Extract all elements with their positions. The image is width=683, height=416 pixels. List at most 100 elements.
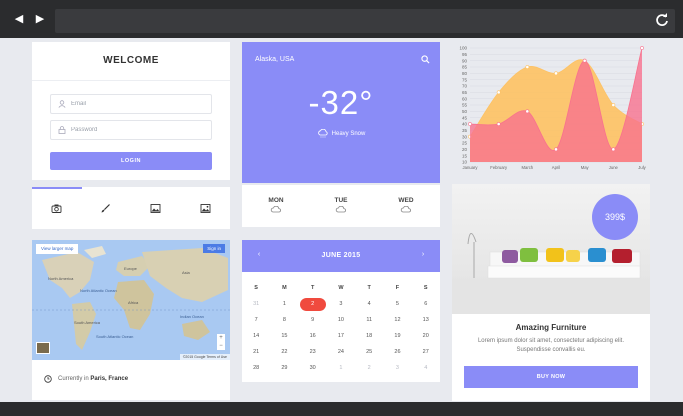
address-bar[interactable] xyxy=(55,9,675,33)
map-card: View larger map Sign in + − ©2015 Google … xyxy=(32,240,230,400)
back-arrow-icon[interactable]: ◀ xyxy=(12,12,26,26)
y-tick-label: 65 xyxy=(462,90,468,95)
login-button[interactable]: LOGIN xyxy=(50,152,212,170)
product-card: 399$ Amazing Furniture Lorem ipsum dolor… xyxy=(452,184,650,401)
y-tick-label: 55 xyxy=(462,103,468,108)
calendar-day[interactable]: 13 xyxy=(412,312,440,328)
satellite-view-thumbnail[interactable] xyxy=(36,342,50,354)
password-input[interactable] xyxy=(71,123,206,137)
calendar-day[interactable]: 25 xyxy=(355,344,383,360)
calendar-day[interactable]: 6 xyxy=(412,296,440,312)
calendar-day[interactable]: 4 xyxy=(355,296,383,312)
calendar-day[interactable]: 10 xyxy=(327,312,355,328)
map-sign-in-button[interactable]: Sign in xyxy=(203,244,225,253)
calendar-day[interactable]: 22 xyxy=(270,344,298,360)
calendar-day[interactable]: 12 xyxy=(383,312,411,328)
selected-day[interactable]: 2 xyxy=(299,296,327,312)
calendar-day[interactable]: 5 xyxy=(383,296,411,312)
calendar-day[interactable]: 27 xyxy=(412,344,440,360)
picture-icon[interactable] xyxy=(200,203,211,214)
calendar-day[interactable]: 21 xyxy=(242,344,270,360)
location-footer: Currently in Paris, France xyxy=(32,360,230,400)
calendar-day[interactable]: 7 xyxy=(242,312,270,328)
map-label: South Atlantic Ocean xyxy=(96,334,134,339)
calendar-day[interactable]: 1 xyxy=(327,360,355,376)
calendar-day[interactable]: 14 xyxy=(242,328,270,344)
day-number: 3 xyxy=(395,365,399,371)
calendar-day[interactable]: 17 xyxy=(327,328,355,344)
calendar-week-row: 21 22 23 24 25 26 27 xyxy=(242,344,440,360)
calendar-day[interactable]: 11 xyxy=(355,312,383,328)
calendar-day[interactable]: 8 xyxy=(270,312,298,328)
forward-arrow-icon[interactable]: ▶ xyxy=(33,12,47,26)
map-zoom-control[interactable]: + − xyxy=(217,334,225,350)
day-number: 24 xyxy=(337,349,344,355)
forecast-day-label: TUE xyxy=(334,197,348,204)
day-number: 15 xyxy=(281,333,288,339)
calendar-day[interactable]: 19 xyxy=(383,328,411,344)
login-card: WELCOME LOGIN xyxy=(32,42,230,180)
world-map[interactable]: View larger map Sign in + − ©2015 Google … xyxy=(32,240,230,360)
buy-now-button[interactable]: BUY NOW xyxy=(464,366,638,388)
weather-location: Alaska, USA xyxy=(255,56,295,63)
day-number: 2 xyxy=(367,365,371,371)
weekday-label: S xyxy=(423,285,428,291)
calendar-day[interactable]: 26 xyxy=(383,344,411,360)
calendar-day[interactable]: 24 xyxy=(327,344,355,360)
view-larger-map-link[interactable]: View larger map xyxy=(36,244,79,254)
page-viewport: WELCOME LOGIN Alaska, USA -32° xyxy=(0,38,683,402)
forecast-day: MON xyxy=(256,197,296,214)
day-number: 7 xyxy=(254,317,258,323)
day-number: 13 xyxy=(422,317,429,323)
forecast-day: WED xyxy=(386,197,426,214)
brush-icon[interactable] xyxy=(100,203,111,214)
y-tick-label: 85 xyxy=(462,65,468,70)
calendar-day[interactable]: 15 xyxy=(270,328,298,344)
camera-icon[interactable] xyxy=(51,203,62,214)
calendar-day[interactable]: 3 xyxy=(383,360,411,376)
y-tick-label: 40 xyxy=(462,122,468,127)
y-tick-label: 25 xyxy=(462,141,468,146)
calendar-day[interactable]: 31 xyxy=(242,296,270,312)
calendar-day[interactable]: 28 xyxy=(242,360,270,376)
calendar-week-row: 7 8 9 10 11 12 13 xyxy=(242,312,440,328)
reload-icon[interactable] xyxy=(655,13,669,27)
calendar-day[interactable]: 16 xyxy=(299,328,327,344)
calendar-day[interactable]: 2 xyxy=(355,360,383,376)
map-label: North Atlantic Ocean xyxy=(80,288,117,293)
day-number: 18 xyxy=(366,333,373,339)
calendar-day[interactable]: 30 xyxy=(299,360,327,376)
data-point xyxy=(496,122,501,126)
email-field[interactable] xyxy=(50,94,212,114)
search-icon[interactable] xyxy=(421,55,430,64)
day-number: 4 xyxy=(424,365,428,371)
calendar-day[interactable]: 3 xyxy=(327,296,355,312)
calendar-week-row: 31 1 2 3 4 5 6 xyxy=(242,296,440,312)
next-month-button[interactable]: › xyxy=(418,251,428,258)
day-number: 12 xyxy=(394,317,401,323)
calendar-day[interactable]: 9 xyxy=(299,312,327,328)
map-label: South America xyxy=(74,320,101,325)
day-number: 23 xyxy=(309,349,316,355)
day-number: 4 xyxy=(367,301,371,307)
email-input[interactable] xyxy=(71,97,206,111)
data-point xyxy=(582,58,587,63)
calendar-day[interactable]: 18 xyxy=(355,328,383,344)
y-tick-label: 35 xyxy=(462,128,468,133)
browser-bottom-bar xyxy=(0,402,683,416)
data-point xyxy=(640,46,644,50)
weekday-label: S xyxy=(254,285,258,291)
day-number: 25 xyxy=(366,349,373,355)
calendar-day[interactable]: 29 xyxy=(270,360,298,376)
calendar-day[interactable]: 20 xyxy=(412,328,440,344)
day-number: 5 xyxy=(395,301,399,307)
cloud-icon xyxy=(335,206,346,213)
calendar-day[interactable]: 1 xyxy=(270,296,298,312)
calendar-day[interactable]: 23 xyxy=(299,344,327,360)
day-number: 20 xyxy=(422,333,429,339)
image-icon[interactable] xyxy=(150,203,161,214)
lock-icon xyxy=(58,126,66,134)
calendar-day[interactable]: 4 xyxy=(412,360,440,376)
password-field[interactable] xyxy=(50,120,212,140)
product-description: Lorem ipsum dolor sit amet, consectetur … xyxy=(477,338,625,353)
